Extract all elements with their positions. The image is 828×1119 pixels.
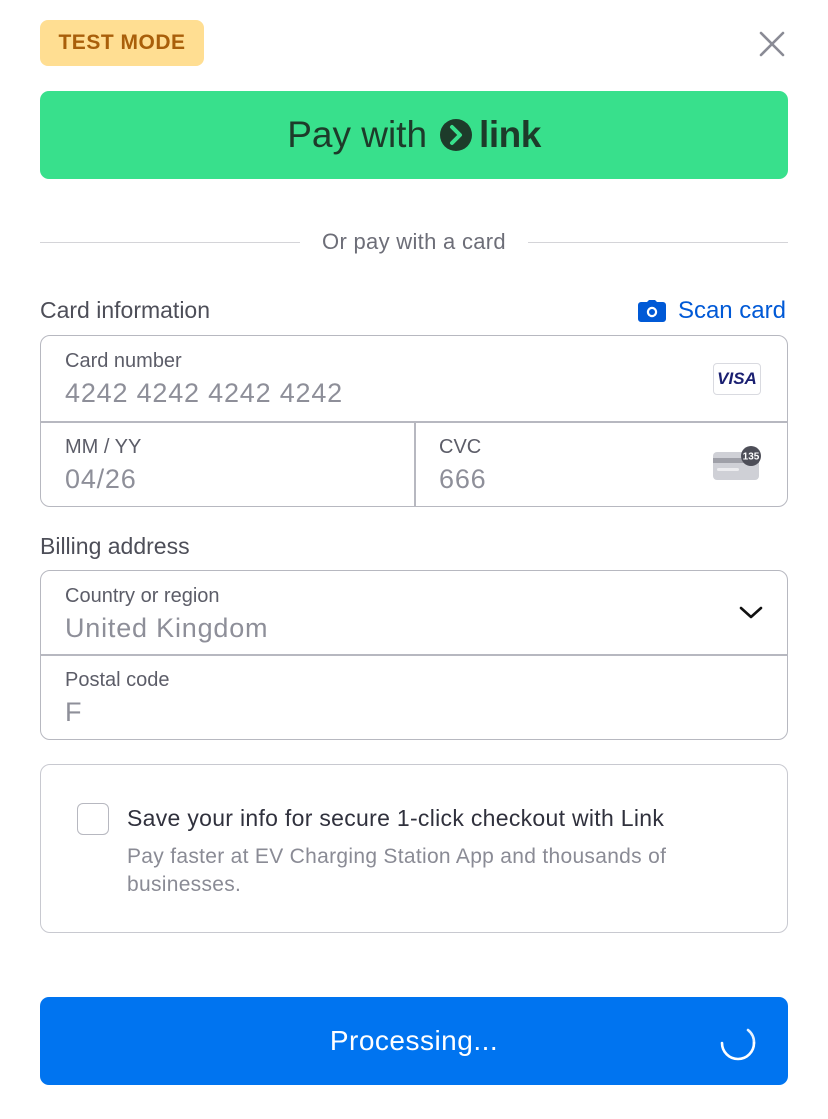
link-brand-text: link [479,114,541,155]
close-button[interactable] [752,24,792,64]
country-label: Country or region [65,585,220,607]
link-logo: link [439,114,541,156]
billing-fields-group: Country or region United Kingdom Postal … [40,570,788,740]
test-mode-label: TEST MODE [58,31,186,54]
camera-icon [637,300,666,322]
visa-badge-text: VISA [717,369,757,388]
pay-with-link-button[interactable]: Pay with link [40,91,788,179]
save-info-panel: Save your info for secure 1-click checko… [40,764,788,933]
save-info-checkbox[interactable] [77,803,109,835]
scan-card-button[interactable]: Scan card [637,297,786,325]
divider-line-left [40,241,301,243]
test-mode-badge: TEST MODE [40,20,204,66]
chevron-down-icon [739,606,763,619]
billing-address-label: Billing address [40,533,190,559]
expiry-label: MM / YY [65,436,142,458]
postal-code-label: Postal code [65,669,170,691]
card-information-label: Card information [40,297,211,323]
postal-code-field[interactable]: Postal code F [41,655,787,739]
spinner-icon [720,1028,756,1061]
expiry-field[interactable]: MM / YY 04/26 [41,422,414,506]
cvc-icon-text: 135 [743,452,760,463]
processing-label: Processing... [329,1025,499,1056]
scan-card-label: Scan card [677,297,786,324]
card-number-label: Card number [65,350,182,372]
card-number-field[interactable]: Card number 4242 4242 4242 4242 VISA [41,336,787,421]
card-number-value: 4242 4242 4242 4242 [65,378,343,408]
divider-line-right [527,241,789,243]
postal-code-value: F [65,697,83,727]
link-chevron-icon [440,119,473,151]
pay-processing-button[interactable]: Processing... [40,997,788,1085]
save-info-title: Save your info for secure 1-click checko… [127,805,665,831]
expiry-value: 04/26 [65,464,137,494]
cvc-value: 666 [439,464,487,494]
card-back-cvc-icon: 135 [713,446,761,480]
payment-sheet: TEST MODE Pay with link Or pay with a ca… [0,0,828,1119]
close-icon [759,31,785,57]
or-divider: Or pay with a card [40,228,789,256]
cvc-field[interactable]: CVC 666 135 [415,422,787,506]
country-select[interactable]: Country or region United Kingdom [41,571,787,654]
card-fields-group: Card number 4242 4242 4242 4242 VISA MM … [40,335,788,507]
cvc-label: CVC [439,436,482,458]
pay-with-label: Pay with [287,114,428,155]
divider-text: Or pay with a card [322,229,506,254]
country-value: United Kingdom [65,613,269,643]
visa-brand-icon: VISA [713,363,761,395]
save-info-description: Pay faster at EV Charging Station App an… [127,845,667,896]
